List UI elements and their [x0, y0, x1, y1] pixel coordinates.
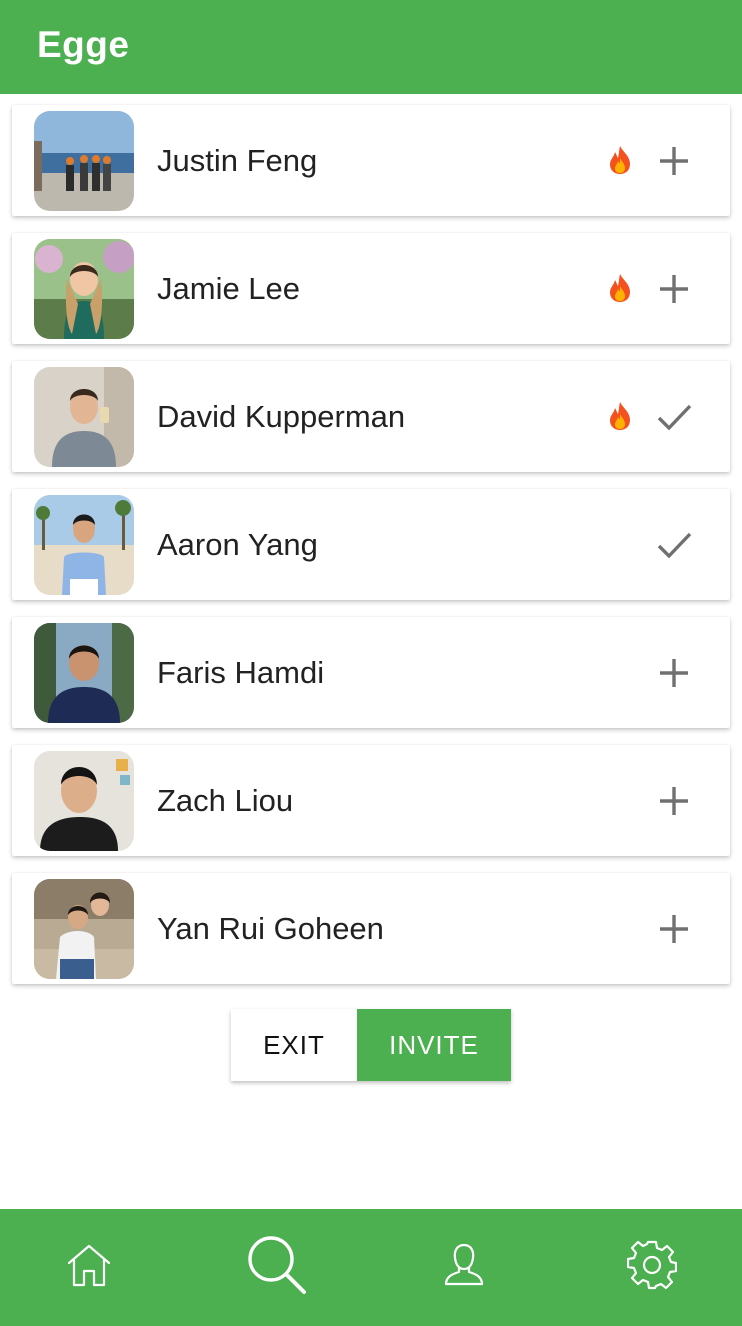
invite-button[interactable]: INVITE — [357, 1009, 511, 1081]
profile-icon — [440, 1241, 488, 1294]
friend-row[interactable]: Aaron Yang — [12, 489, 730, 600]
avatar — [34, 879, 134, 979]
friend-row[interactable]: David Kupperman — [12, 361, 730, 472]
plus-icon[interactable] — [654, 781, 694, 821]
app-title: Egge — [37, 24, 130, 65]
fire-icon — [606, 401, 634, 431]
friend-row[interactable]: Justin Feng — [12, 105, 730, 216]
action-buttons: EXIT INVITE — [231, 1009, 511, 1081]
bottom-nav — [0, 1209, 742, 1326]
friend-name: Faris Hamdi — [157, 655, 325, 690]
settings-icon — [626, 1240, 678, 1295]
friend-row[interactable]: Jamie Lee — [12, 233, 730, 344]
avatar — [34, 239, 134, 339]
friend-row[interactable]: Yan Rui Goheen — [12, 873, 730, 984]
home-icon — [65, 1241, 113, 1294]
avatar — [34, 623, 134, 723]
nav-settings[interactable] — [592, 1209, 712, 1326]
friend-row[interactable]: Zach Liou — [12, 745, 730, 856]
exit-button[interactable]: EXIT — [231, 1009, 357, 1081]
plus-icon[interactable] — [654, 269, 694, 309]
friend-name: Justin Feng — [157, 143, 318, 178]
nav-home[interactable] — [29, 1209, 149, 1326]
friend-name: Aaron Yang — [157, 527, 318, 562]
avatar — [34, 367, 134, 467]
avatar — [34, 751, 134, 851]
fire-icon — [606, 145, 634, 175]
check-icon[interactable] — [654, 525, 694, 565]
nav-profile[interactable] — [404, 1209, 524, 1326]
friend-row[interactable]: Faris Hamdi — [12, 617, 730, 728]
nav-search[interactable] — [217, 1209, 337, 1326]
friend-name: David Kupperman — [157, 399, 406, 434]
friend-name: Jamie Lee — [157, 271, 301, 306]
friend-list: Justin Feng Jamie Lee David Kupperman Aa… — [12, 105, 730, 1001]
avatar — [34, 495, 134, 595]
plus-icon[interactable] — [654, 141, 694, 181]
friend-name: Yan Rui Goheen — [157, 911, 384, 946]
fire-icon — [606, 273, 634, 303]
app-header: Egge — [0, 0, 742, 94]
plus-icon[interactable] — [654, 653, 694, 693]
avatar — [34, 111, 134, 211]
check-icon[interactable] — [654, 397, 694, 437]
plus-icon[interactable] — [654, 909, 694, 949]
friend-name: Zach Liou — [157, 783, 294, 818]
search-icon — [245, 1233, 309, 1302]
